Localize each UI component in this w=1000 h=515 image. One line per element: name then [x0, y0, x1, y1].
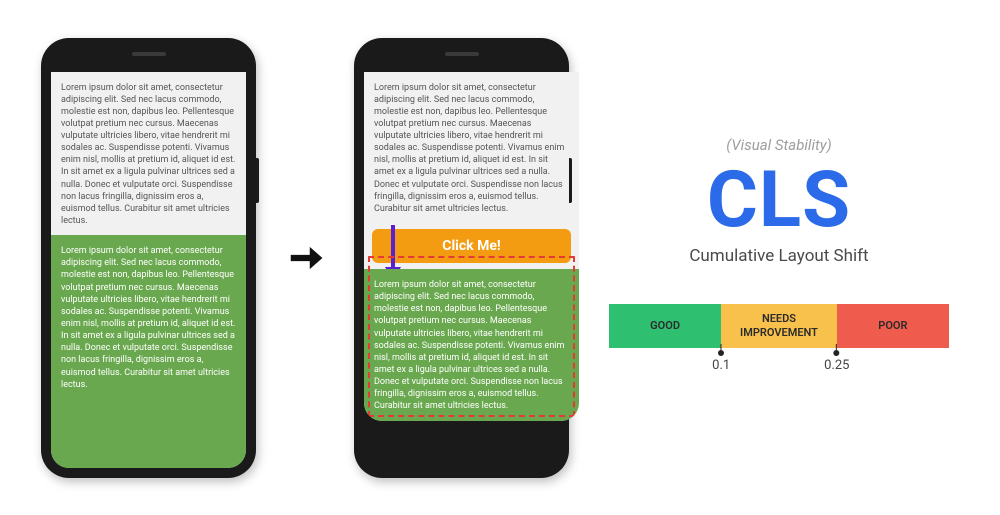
- phone-before: Lorem ipsum dolor sit amet, consectetur …: [41, 38, 256, 478]
- threshold-value-poor: 0.25: [824, 358, 849, 373]
- diagram-root: Lorem ipsum dolor sit amet, consectetur …: [21, 38, 979, 478]
- cls-acronym: CLS: [707, 162, 851, 240]
- scale-segment-good: GOOD: [609, 304, 721, 348]
- phone-after: Lorem ipsum dolor sit amet, consectetur …: [354, 38, 569, 478]
- after-paragraph-bottom: Lorem ipsum dolor sit amet, consectetur …: [364, 269, 579, 421]
- arrow-right-icon: [286, 239, 324, 277]
- scale-segment-poor: POOR: [837, 304, 949, 348]
- cls-subtitle: (Visual Stability): [726, 136, 831, 154]
- phone-after-screen: Lorem ipsum dolor sit amet, consectetur …: [364, 72, 579, 421]
- threshold-tick-poor: 0.25: [824, 350, 849, 373]
- cls-info-panel: (Visual Stability) CLS Cumulative Layout…: [599, 136, 959, 380]
- threshold-value-good: 0.1: [712, 358, 730, 373]
- phone-before-screen: Lorem ipsum dolor sit amet, consectetur …: [51, 72, 246, 468]
- threshold-tick-good: 0.1: [712, 350, 730, 373]
- click-me-button[interactable]: Click Me!: [372, 229, 571, 263]
- injected-button-row: Click Me!: [364, 223, 579, 269]
- after-paragraph-top: Lorem ipsum dolor sit amet, consectetur …: [364, 72, 579, 224]
- cls-scale: GOOD NEEDSIMPROVEMENT POOR 0.1 0.25: [609, 304, 949, 380]
- scale-segment-needs: NEEDSIMPROVEMENT: [721, 304, 837, 348]
- before-paragraph-bottom: Lorem ipsum dolor sit amet, consectetur …: [51, 235, 246, 467]
- cls-fullname: Cumulative Layout Shift: [689, 246, 868, 266]
- before-paragraph-top: Lorem ipsum dolor sit amet, consectetur …: [51, 72, 246, 236]
